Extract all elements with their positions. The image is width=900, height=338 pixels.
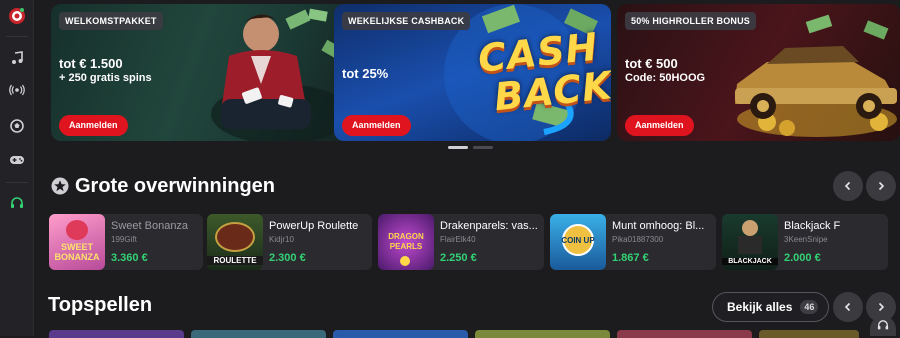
see-all-button[interactable]: Bekijk alles 46 xyxy=(712,292,830,322)
dealer-body-icon xyxy=(738,236,762,254)
win-card[interactable]: ROULETTE PowerUp Roulette Kidjr10 2.300 … xyxy=(207,214,372,270)
signup-button[interactable]: Aanmelden xyxy=(342,115,411,136)
winner-username: Pika01887300 xyxy=(612,235,664,244)
games-count-badge: 46 xyxy=(800,300,819,314)
chevron-right-icon xyxy=(878,181,885,191)
game-thumbnail: SWEET BONANZA xyxy=(49,214,105,270)
win-amount: 3.360 € xyxy=(111,252,148,264)
game-tile[interactable] xyxy=(475,330,610,338)
win-amount: 2.000 € xyxy=(784,252,821,264)
prev-button[interactable] xyxy=(833,171,863,201)
signup-button[interactable]: Aanmelden xyxy=(59,115,128,136)
game-title: Sweet Bonanza xyxy=(111,220,189,232)
promo-tag: 50% HIGHROLLER BONUS xyxy=(625,12,757,30)
promo-banner-highroller[interactable]: 50% HIGHROLLER BONUS tot € 500 Code: 50H… xyxy=(617,4,900,141)
section-title-big-wins: Grote overwinningen xyxy=(75,175,276,197)
thumbnail-text: DRAGON PEARLS xyxy=(388,232,424,251)
live-broadcast-icon[interactable] xyxy=(0,76,34,104)
game-thumbnail: COIN UP xyxy=(550,214,606,270)
promo-code: Code: 50HOOG xyxy=(625,72,706,84)
chevron-left-icon xyxy=(844,302,851,312)
carousel-dots xyxy=(448,146,493,149)
game-tile[interactable] xyxy=(333,330,468,338)
music-note-icon[interactable] xyxy=(0,44,34,72)
soccer-ball-icon[interactable] xyxy=(0,112,34,140)
game-tile[interactable] xyxy=(49,330,184,338)
winner-username: Kidjr10 xyxy=(269,235,294,244)
roulette-icon[interactable] xyxy=(0,2,34,30)
sidebar-divider xyxy=(6,182,28,183)
promo-offer: tot 25% xyxy=(342,66,389,81)
promo-tag: WELKOMSTPAKKET xyxy=(59,12,163,30)
promo-banner-cashback[interactable]: CASH BACK WEKELIJKSE CASHBACK tot 25% Aa… xyxy=(334,4,611,141)
win-card[interactable]: DRAGON PEARLS Drakenparels: vas... Flair… xyxy=(378,214,544,270)
roulette-wheel-icon xyxy=(215,222,255,252)
thumbnail-text: BLACKJACK xyxy=(722,258,778,265)
winner-username: 199Gift xyxy=(111,235,137,244)
thumbnail-text: SWEET BONANZA xyxy=(54,242,100,262)
see-all-label: Bekijk alles xyxy=(727,300,793,314)
signup-button[interactable]: Aanmelden xyxy=(625,115,694,136)
section-title-top-games: Topspellen xyxy=(48,294,153,316)
game-thumbnail: ROULETTE xyxy=(207,214,263,270)
game-title: PowerUp Roulette xyxy=(269,220,359,232)
promo-offer-extra: + 250 gratis spins xyxy=(59,72,152,84)
heart-candy-icon xyxy=(66,220,88,240)
star-icon xyxy=(51,177,69,200)
game-title: Blackjack F xyxy=(784,220,841,232)
sidebar xyxy=(0,0,34,336)
game-tile[interactable] xyxy=(759,330,859,338)
game-tile[interactable] xyxy=(617,330,752,338)
win-amount: 1.867 € xyxy=(612,252,649,264)
win-amount: 2.250 € xyxy=(440,252,477,264)
promo-tag: WEKELIJKSE CASHBACK xyxy=(342,12,471,30)
win-card[interactable]: BLACKJACK Blackjack F 3KeenSnipe 2.000 € xyxy=(722,214,888,270)
win-card[interactable]: SWEET BONANZA Sweet Bonanza 199Gift 3.36… xyxy=(49,214,203,270)
game-title: Munt omhoog: Bl... xyxy=(612,220,705,232)
chevron-right-icon xyxy=(878,302,885,312)
winner-username: 3KeenSnipe xyxy=(784,235,828,244)
win-card[interactable]: COIN UP Munt omhoog: Bl... Pika01887300 … xyxy=(550,214,716,270)
game-tile[interactable] xyxy=(191,330,326,338)
carousel-dot[interactable] xyxy=(473,146,493,149)
win-amount: 2.300 € xyxy=(269,252,306,264)
gamepad-icon[interactable] xyxy=(0,146,34,174)
thumbnail-text: ROULETTE xyxy=(207,256,263,265)
cashback-art-text: CASH BACK xyxy=(476,24,611,119)
game-title: Drakenparels: vas... xyxy=(440,220,538,232)
game-thumbnail: DRAGON PEARLS xyxy=(378,214,434,270)
pearl-icon xyxy=(400,256,410,266)
dealer-icon xyxy=(742,220,758,236)
support-headset-icon[interactable] xyxy=(0,190,34,218)
thumbnail-text: COIN UP xyxy=(561,236,595,245)
promo-offer: tot € 1.500 xyxy=(59,56,123,71)
chevron-left-icon xyxy=(844,181,851,191)
main-content: WELKOMSTPAKKET tot € 1.500 + 250 gratis … xyxy=(34,0,900,338)
carousel-dot[interactable] xyxy=(448,146,468,149)
support-chat-button[interactable] xyxy=(870,316,896,336)
promo-offer: tot € 500 xyxy=(625,56,678,71)
headset-icon xyxy=(877,320,889,330)
game-thumbnail: BLACKJACK xyxy=(722,214,778,270)
next-button[interactable] xyxy=(866,171,896,201)
winner-username: FlairElk40 xyxy=(440,235,476,244)
promo-banner-welcome[interactable]: WELKOMSTPAKKET tot € 1.500 + 250 gratis … xyxy=(51,4,360,141)
prev-button[interactable] xyxy=(833,292,863,322)
sidebar-divider xyxy=(6,36,28,37)
